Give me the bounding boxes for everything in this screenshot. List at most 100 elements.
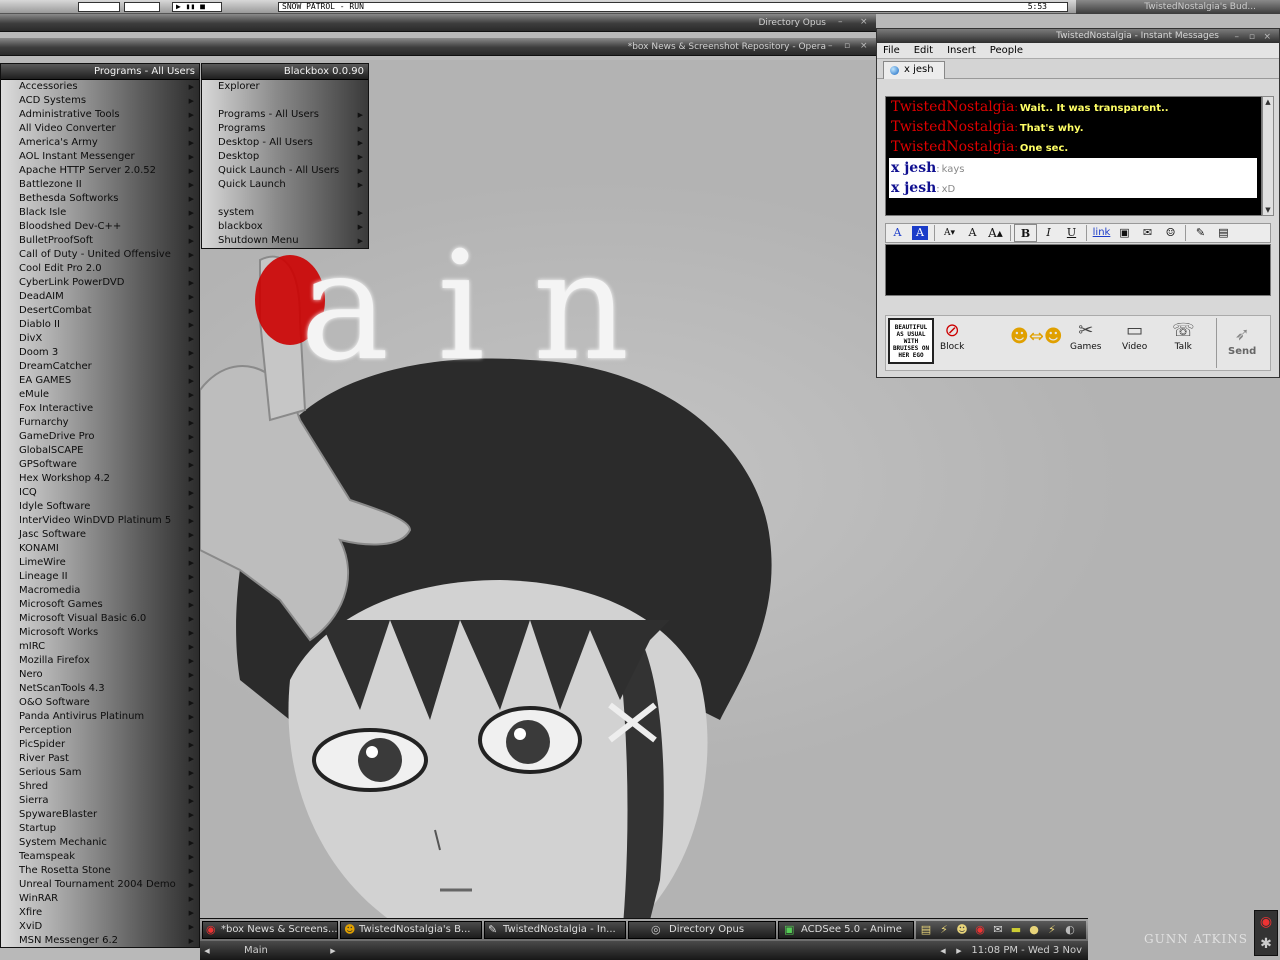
program-item[interactable]: PicSpider ▶ <box>1 738 199 752</box>
insert-buddy-icon[interactable]: ✎ <box>1189 224 1212 242</box>
program-item[interactable]: DreamCatcher ▶ <box>1 360 199 374</box>
people-icons[interactable]: ☻⇔☻ <box>1010 326 1063 348</box>
close-icon[interactable]: × <box>860 42 868 51</box>
underline-icon[interactable]: U <box>1060 224 1083 242</box>
bold-icon[interactable]: B <box>1014 224 1037 242</box>
opera-icon[interactable]: ◉ <box>1255 911 1277 933</box>
program-item[interactable]: Fox Interactive ▶ <box>1 402 199 416</box>
program-item[interactable]: LimeWire ▶ <box>1 556 199 570</box>
program-item[interactable]: All Video Converter ▶ <box>1 122 199 136</box>
program-item[interactable]: ICQ ▶ <box>1 486 199 500</box>
close-icon[interactable]: × <box>1263 33 1271 42</box>
insert-email-icon[interactable]: ✉ <box>1136 224 1159 242</box>
menu-people[interactable]: People <box>990 43 1023 58</box>
program-item[interactable]: River Past ▶ <box>1 752 199 766</box>
minimize-icon[interactable]: – <box>828 42 836 51</box>
program-item[interactable]: Shred ▶ <box>1 780 199 794</box>
video-button[interactable]: ▭ Video <box>1122 320 1147 352</box>
insert-image-icon[interactable]: ▣ <box>1113 224 1136 242</box>
program-item[interactable]: Jasc Software ▶ <box>1 528 199 542</box>
menu-file[interactable]: File <box>883 43 900 58</box>
program-item[interactable]: Startup ▶ <box>1 822 199 836</box>
scroll-down-icon[interactable]: ▼ <box>1263 205 1273 215</box>
block-button[interactable]: ⊘ Block <box>940 320 964 352</box>
program-item[interactable]: BulletProofSoft ▶ <box>1 234 199 248</box>
gear-icon[interactable]: ✱ <box>1255 933 1277 955</box>
prev-window-icon[interactable]: ◀ <box>936 941 950 960</box>
tray-app-icon[interactable]: ▤ <box>918 923 934 937</box>
insert-link-icon[interactable]: link <box>1090 224 1113 242</box>
tray-bolt-icon[interactable]: ⚡ <box>1044 923 1060 937</box>
program-item[interactable]: MSN Messenger 6.2 ▶ <box>1 934 199 948</box>
program-item[interactable]: WinRAR ▶ <box>1 892 199 906</box>
send-button[interactable]: ➶ Send <box>1228 324 1256 357</box>
program-item[interactable]: Teamspeak ▶ <box>1 850 199 864</box>
root-menu-item[interactable]: blackbox ▶ <box>202 220 368 234</box>
program-item[interactable]: Nero ▶ <box>1 668 199 682</box>
root-menu-item[interactable]: Quick Launch ▶ <box>202 178 368 192</box>
program-item[interactable]: Microsoft Works ▶ <box>1 626 199 640</box>
message-input[interactable] <box>885 244 1271 296</box>
program-item[interactable]: System Mechanic ▶ <box>1 836 199 850</box>
talk-button[interactable]: ☏ Talk <box>1172 320 1195 352</box>
program-item[interactable]: Black Isle ▶ <box>1 206 199 220</box>
italic-icon[interactable]: I <box>1037 224 1060 242</box>
conversation-log[interactable]: TwistedNostalgia: Wait.. It was transpare… <box>885 96 1262 216</box>
program-item[interactable]: Idyle Software ▶ <box>1 500 199 514</box>
root-menu-item[interactable]: Programs ▶ <box>202 122 368 136</box>
menu-edit[interactable]: Edit <box>914 43 933 58</box>
program-item[interactable]: mIRC ▶ <box>1 640 199 654</box>
directory-opus-titlebar[interactable]: Directory Opus – × <box>0 14 876 32</box>
im-titlebar[interactable]: TwistedNostalgia - Instant Messages – ▫ … <box>877 29 1279 43</box>
tray-opera-icon[interactable]: ◉ <box>972 923 988 937</box>
program-item[interactable]: Sierra ▶ <box>1 794 199 808</box>
program-item[interactable]: Apache HTTP Server 2.0.52 ▶ <box>1 164 199 178</box>
program-item[interactable]: DesertCombat ▶ <box>1 304 199 318</box>
program-item[interactable]: GlobalSCAPE ▶ <box>1 444 199 458</box>
tray-mail-icon[interactable]: ✉ <box>990 923 1006 937</box>
program-item[interactable]: Doom 3 ▶ <box>1 346 199 360</box>
task-directory-opus[interactable]: ◎ Directory Opus <box>628 921 776 939</box>
maximize-icon[interactable]: ▫ <box>1247 33 1255 42</box>
root-menu-item[interactable]: system ▶ <box>202 206 368 220</box>
decrease-font-icon[interactable]: A▾ <box>938 224 961 242</box>
program-item[interactable]: Microsoft Games ▶ <box>1 598 199 612</box>
program-item[interactable]: KONAMI ▶ <box>1 542 199 556</box>
program-item[interactable]: DivX ▶ <box>1 332 199 346</box>
task-acdsee[interactable]: ▣ ACDSee 5.0 - Anime <box>778 921 914 939</box>
task-instant-messages[interactable]: ✎ TwistedNostalgia - In... <box>484 921 626 939</box>
program-item[interactable]: Mozilla Firefox ▶ <box>1 654 199 668</box>
program-item[interactable]: AOL Instant Messenger ▶ <box>1 150 199 164</box>
prev-workspace-icon[interactable]: ◀ <box>200 941 214 960</box>
text-color-icon[interactable]: A <box>886 224 909 242</box>
workspace-name[interactable]: Main <box>244 941 268 960</box>
program-item[interactable]: Hex Workshop 4.2 ▶ <box>1 472 199 486</box>
program-item[interactable]: GPSoftware ▶ <box>1 458 199 472</box>
normal-font-icon[interactable]: A <box>961 224 984 242</box>
media-controls[interactable]: ▶ ▮▮ ■ <box>172 2 222 12</box>
program-item[interactable]: Macromedia ▶ <box>1 584 199 598</box>
program-item[interactable]: Bethesda Softworks ▶ <box>1 192 199 206</box>
root-menu-item[interactable]: Shutdown Menu ▶ <box>202 234 368 248</box>
root-menu-item[interactable]: Quick Launch - All Users ▶ <box>202 164 368 178</box>
program-item[interactable]: DeadAIM ▶ <box>1 290 199 304</box>
program-item[interactable]: Microsoft Visual Basic 6.0 ▶ <box>1 612 199 626</box>
minimize-icon[interactable]: – <box>1231 33 1240 42</box>
program-item[interactable]: SpywareBlaster ▶ <box>1 808 199 822</box>
program-item[interactable]: Perception ▶ <box>1 724 199 738</box>
root-menu-item[interactable]: Desktop - All Users ▶ <box>202 136 368 150</box>
scroll-up-icon[interactable]: ▲ <box>1263 97 1273 107</box>
program-item[interactable]: NetScanTools 4.3 ▶ <box>1 682 199 696</box>
tab-x-jesh[interactable]: x jesh <box>883 61 945 79</box>
insert-smiley-icon[interactable]: ☺ <box>1159 224 1182 242</box>
program-item[interactable]: America's Army ▶ <box>1 136 199 150</box>
games-button[interactable]: ✂ Games <box>1070 320 1101 352</box>
program-item[interactable]: Serious Sam ▶ <box>1 766 199 780</box>
program-item[interactable]: XviD ▶ <box>1 920 199 934</box>
program-item[interactable]: Call of Duty - United Offensive ▶ <box>1 248 199 262</box>
tray-bolt-icon[interactable]: ⚡ <box>936 923 952 937</box>
program-item[interactable]: O&O Software ▶ <box>1 696 199 710</box>
program-item[interactable]: ACD Systems ▶ <box>1 94 199 108</box>
program-item[interactable]: InterVideo WinDVD Platinum 5 ▶ <box>1 514 199 528</box>
program-item[interactable]: Battlezone II ▶ <box>1 178 199 192</box>
